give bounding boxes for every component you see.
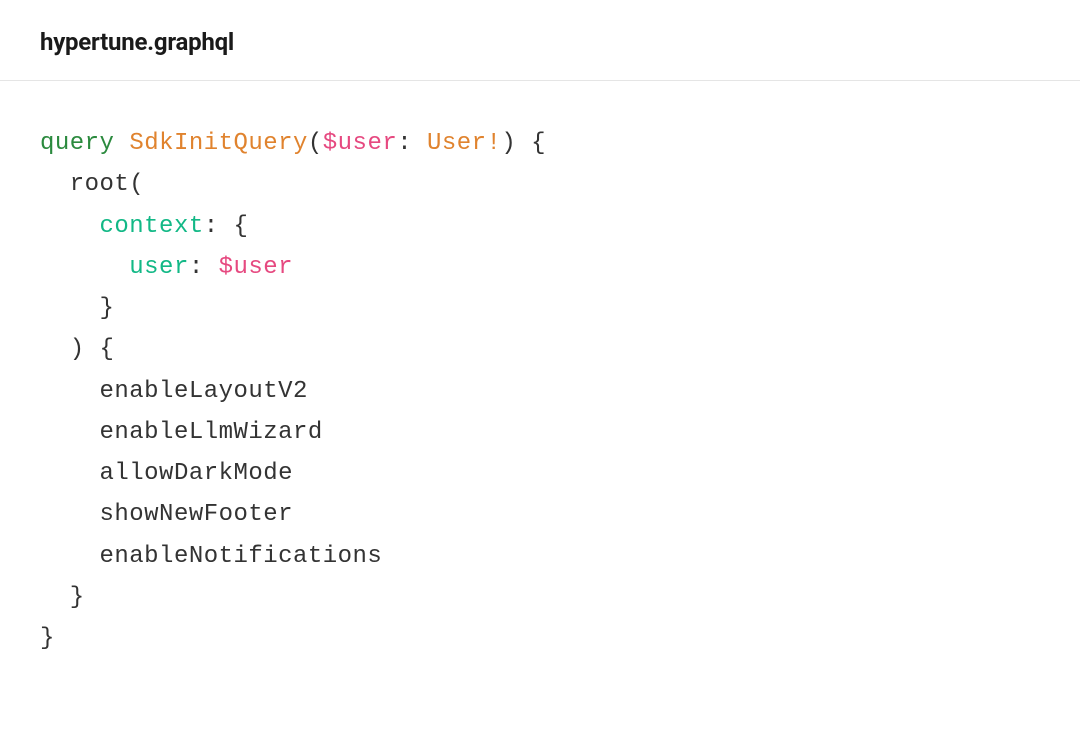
code-line-6: ) { [40,336,114,363]
brace-close: } [100,295,115,322]
code-line-4: user: $user [40,254,293,281]
indent [40,254,129,281]
code-line-8: enableLlmWizard [40,419,323,446]
code-line-7: enableLayoutV2 [40,378,308,405]
indent [40,460,100,487]
file-header: hypertune.graphql [0,0,1080,81]
paren-open: ( [129,171,144,198]
brace-close: } [70,584,85,611]
colon: : [189,254,219,281]
operation-name: SdkInitQuery [129,130,308,157]
field-enableLlmWizard: enableLlmWizard [100,419,323,446]
field-enableLayoutV2: enableLayoutV2 [100,378,308,405]
field-allowDarkMode: allowDarkMode [100,460,293,487]
paren-close: ) [501,130,516,157]
field-context: context [100,213,204,240]
code-line-10: showNewFooter [40,501,293,528]
code-line-3: context: { [40,213,248,240]
code-line-5: } [40,295,114,322]
field-user: user [129,254,189,281]
code-line-9: allowDarkMode [40,460,293,487]
indent [40,213,100,240]
filename: hypertune.graphql [40,28,1040,56]
code-line-1: query SdkInitQuery($user: User!) { [40,130,546,157]
field-enableNotifications: enableNotifications [100,543,383,570]
keyword-query: query [40,130,114,157]
field-showNewFooter: showNewFooter [100,501,293,528]
indent [40,543,100,570]
brace-open: { [516,130,546,157]
indent [40,378,100,405]
code-line-11: enableNotifications [40,543,382,570]
paren-open: ( [308,130,323,157]
colon: : [397,130,427,157]
variable-user-ref: $user [219,254,293,281]
code-line-2: root( [40,171,144,198]
func-root: root [70,171,130,198]
code-line-12: } [40,584,85,611]
code-line-13: } [40,625,55,652]
colon-brace: : { [204,213,249,240]
paren-close-brace: ) { [70,336,115,363]
type-user: User! [427,130,501,157]
code-block: query SdkInitQuery($user: User!) { root(… [0,81,1080,701]
indent [40,501,100,528]
space [114,130,129,157]
variable-user: $user [323,130,397,157]
indent [40,295,100,322]
indent [40,171,70,198]
brace-close: } [40,625,55,652]
indent [40,584,70,611]
indent [40,419,100,446]
indent [40,336,70,363]
